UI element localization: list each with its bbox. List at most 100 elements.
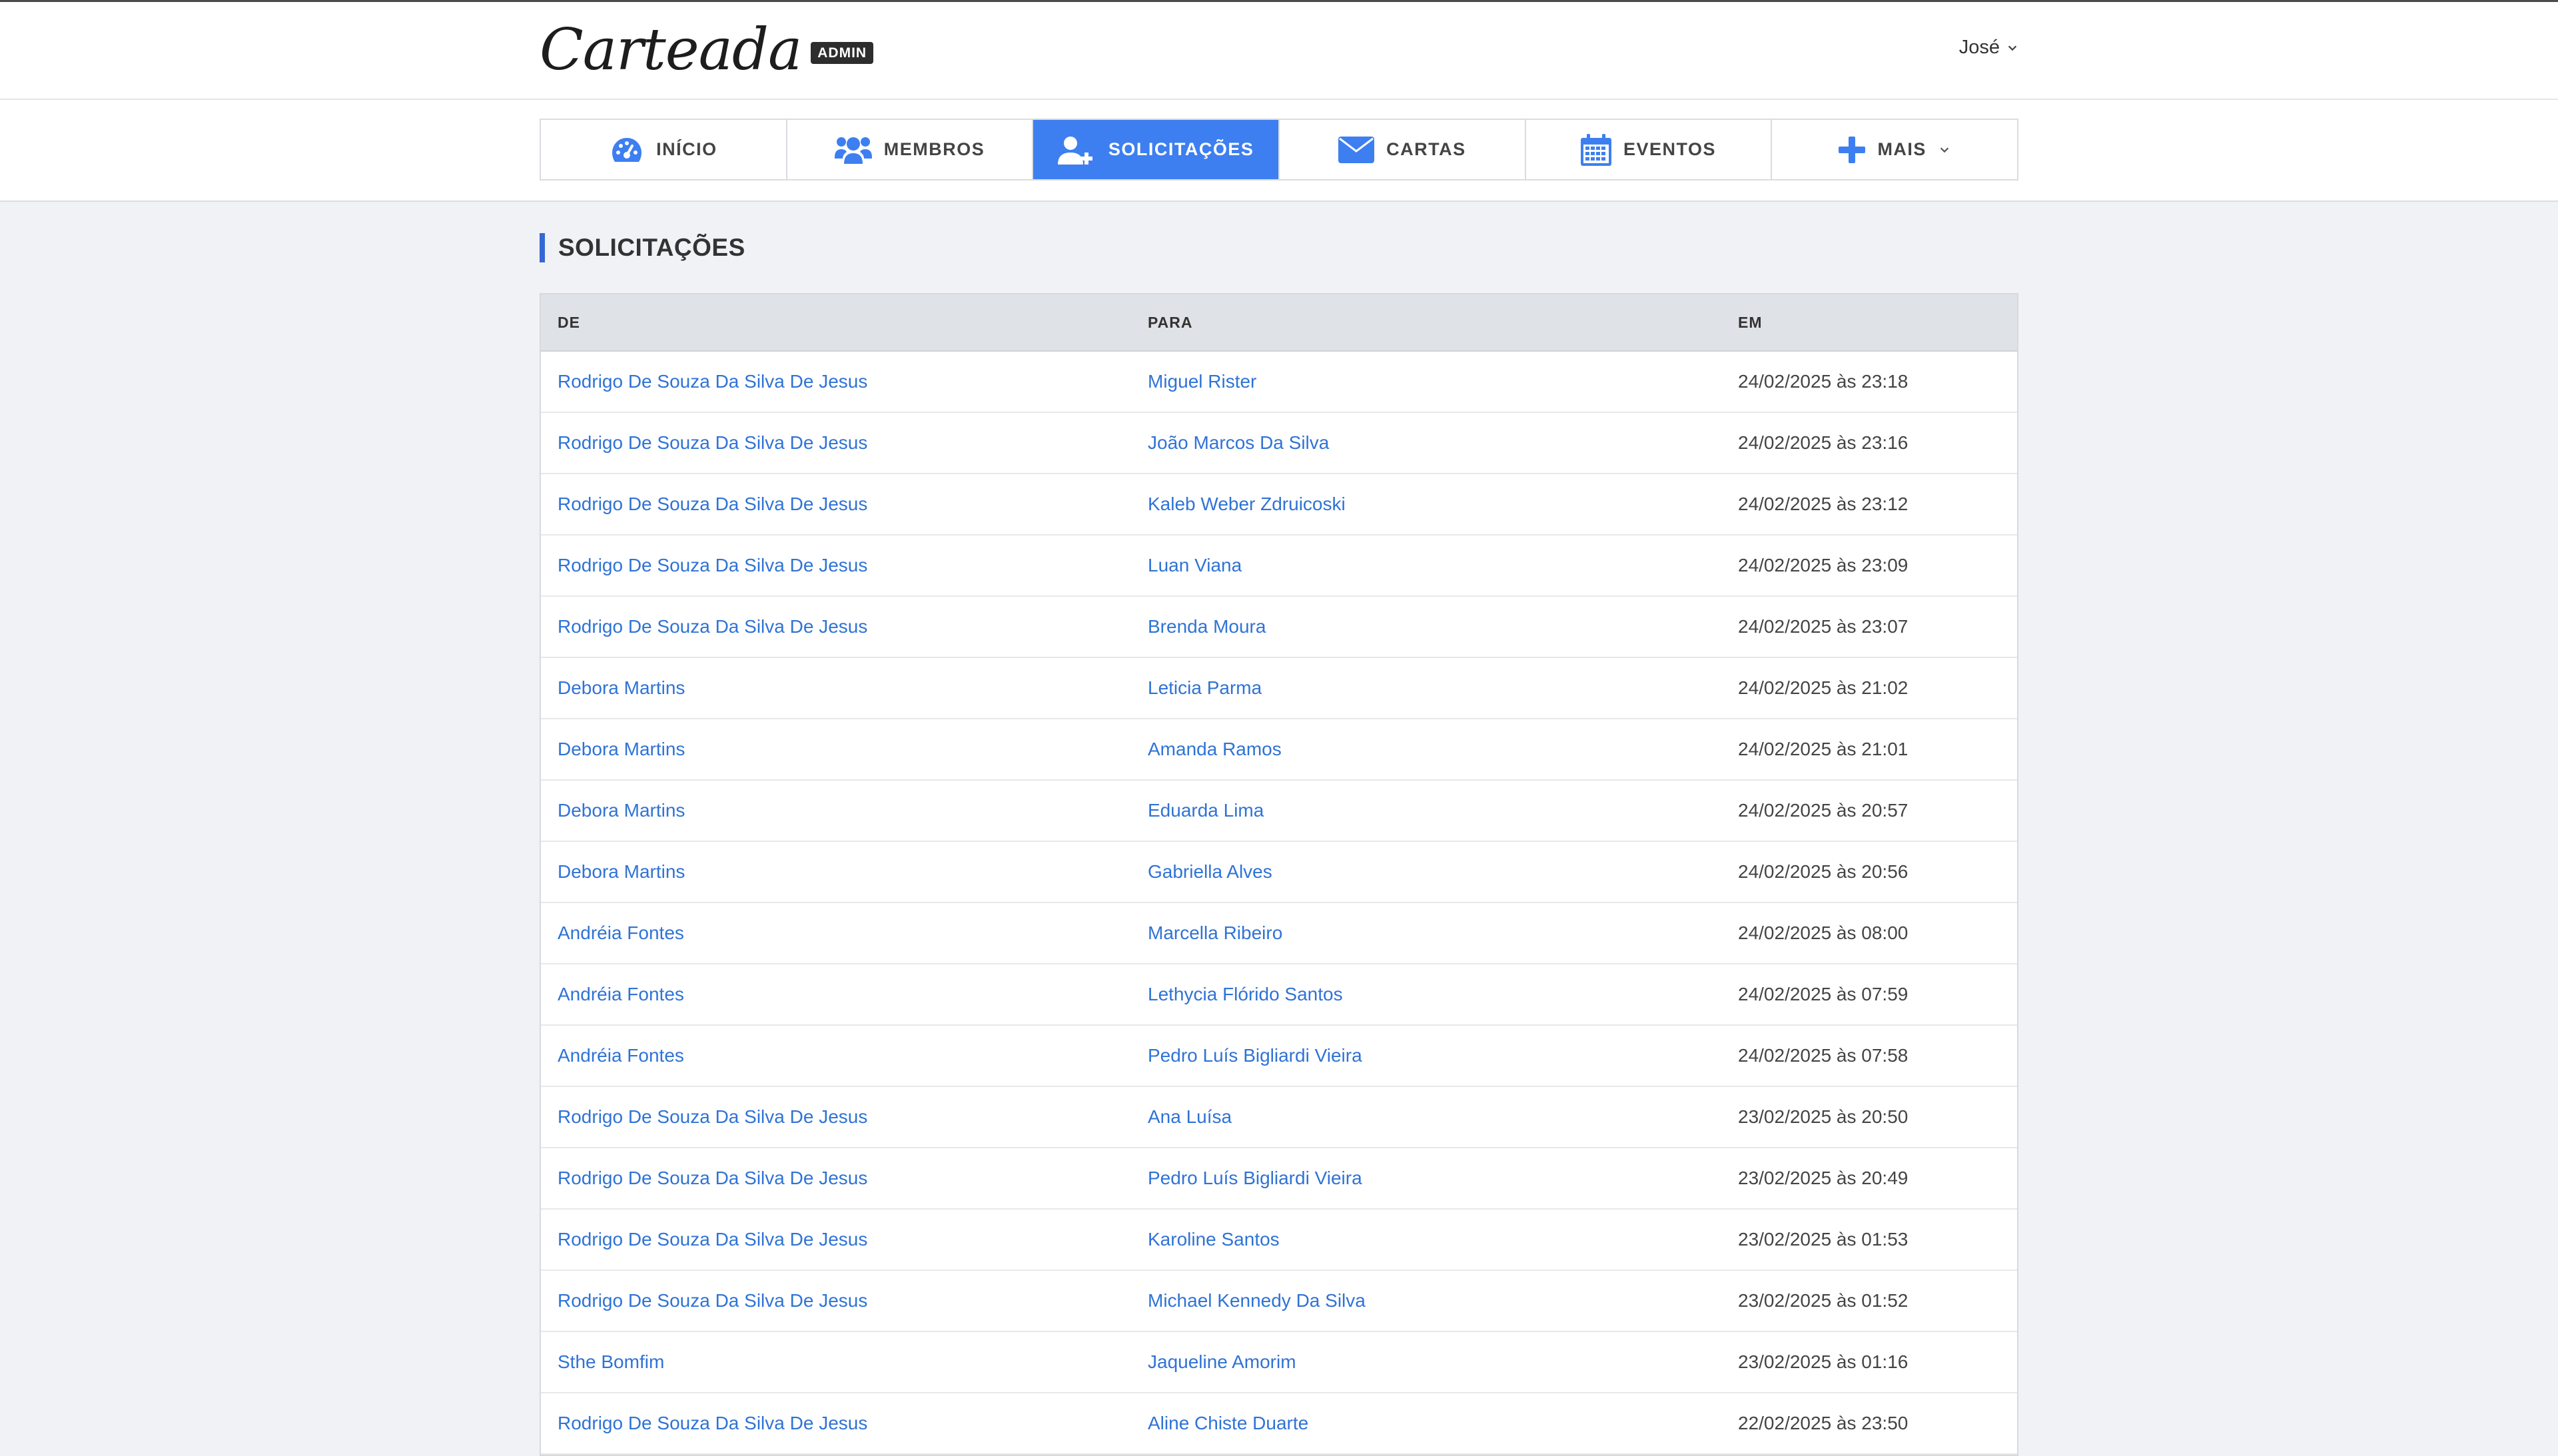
table-cell: Rodrigo De Souza Da Silva De Jesus <box>541 555 1131 576</box>
sender-link[interactable]: Debora Martins <box>558 800 685 821</box>
recipient-link[interactable]: Ana Luísa <box>1148 1106 1232 1127</box>
tab-eventos[interactable]: EVENTOS <box>1525 120 1773 179</box>
nav-tabs: INÍCIO MEMBROS SOLICITAÇÕES CARTAS EVENT… <box>540 119 2018 181</box>
recipient-link[interactable]: Kaleb Weber Zdruicoski <box>1148 494 1346 514</box>
recipient-link[interactable]: Michael Kennedy Da Silva <box>1148 1290 1366 1311</box>
sender-link[interactable]: Rodrigo De Souza Da Silva De Jesus <box>558 1290 867 1311</box>
sender-link[interactable]: Rodrigo De Souza Da Silva De Jesus <box>558 555 867 575</box>
sender-link[interactable]: Rodrigo De Souza Da Silva De Jesus <box>558 1229 867 1250</box>
sender-link[interactable]: Andréia Fontes <box>558 922 684 943</box>
table-cell: Karoline Santos <box>1131 1229 1721 1250</box>
table-row: Debora Martins Amanda Ramos 24/02/2025 às … <box>541 719 2017 781</box>
table-cell: Pedro Luís Bigliardi Vieira <box>1131 1045 1721 1066</box>
table-cell: Rodrigo De Souza Da Silva De Jesus <box>541 616 1131 637</box>
recipient-link[interactable]: Marcella Ribeiro <box>1148 922 1282 943</box>
sender-link[interactable]: Debora Martins <box>558 677 685 698</box>
request-date: 24/02/2025 às 20:56 <box>1738 861 1909 882</box>
logo[interactable]: Carteada <box>540 17 802 83</box>
table-cell: Andréia Fontes <box>541 922 1131 944</box>
table-cell: Andréia Fontes <box>541 1045 1131 1066</box>
column-header-de: DE <box>558 313 580 331</box>
table-cell: Aline Chiste Duarte <box>1131 1413 1721 1434</box>
requests-table: DE PARA EM Rodrigo De Souza Da Silva De … <box>540 293 2018 1456</box>
sender-link[interactable]: Andréia Fontes <box>558 984 684 1004</box>
request-date: 24/02/2025 às 08:00 <box>1738 922 1909 943</box>
table-cell: Michael Kennedy Da Silva <box>1131 1290 1721 1311</box>
table-row: Rodrigo De Souza Da Silva De Jesus Brenda… <box>541 597 2017 658</box>
request-date: 24/02/2025 às 23:09 <box>1738 555 1909 575</box>
sender-link[interactable]: Sthe Bomfim <box>558 1351 664 1372</box>
table-row: Rodrigo De Souza Da Silva De Jesus João M… <box>541 413 2017 474</box>
chevron-down-icon <box>1940 147 1949 153</box>
brand[interactable]: Carteada ADMIN <box>540 17 874 83</box>
table-cell: Rodrigo De Souza Da Silva De Jesus <box>541 1290 1131 1311</box>
request-date: 24/02/2025 às 07:58 <box>1738 1045 1909 1066</box>
recipient-link[interactable]: Lethycia Flórido Santos <box>1148 984 1343 1004</box>
chevron-down-icon <box>2008 45 2017 51</box>
sender-link[interactable]: Rodrigo De Souza Da Silva De Jesus <box>558 1168 867 1188</box>
user-name: José <box>1958 37 2000 58</box>
sender-link[interactable]: Debora Martins <box>558 861 685 882</box>
table-cell: Rodrigo De Souza Da Silva De Jesus <box>541 1413 1131 1434</box>
table-row: Debora Martins Eduarda Lima 24/02/2025 às … <box>541 781 2017 842</box>
plus-icon <box>1839 136 1866 163</box>
request-date: 22/02/2025 às 23:50 <box>1738 1413 1909 1433</box>
table-row: Andréia Fontes Pedro Luís Bigliardi Vieir… <box>541 1026 2017 1087</box>
tab-cartas[interactable]: CARTAS <box>1280 120 1526 179</box>
top-bar: Carteada ADMIN José <box>0 0 2558 100</box>
sender-link[interactable]: Rodrigo De Souza Da Silva De Jesus <box>558 371 867 392</box>
recipient-link[interactable]: Miguel Rister <box>1148 371 1256 392</box>
sender-link[interactable]: Debora Martins <box>558 739 685 759</box>
table-cell: Rodrigo De Souza Da Silva De Jesus <box>541 1106 1131 1128</box>
recipient-link[interactable]: Pedro Luís Bigliardi Vieira <box>1148 1045 1362 1066</box>
table-cell: Luan Viana <box>1131 555 1721 576</box>
table-cell: Jaqueline Amorim <box>1131 1351 1721 1373</box>
sender-link[interactable]: Rodrigo De Souza Da Silva De Jesus <box>558 494 867 514</box>
tab-label: MEMBROS <box>883 139 985 159</box>
sender-link[interactable]: Rodrigo De Souza Da Silva De Jesus <box>558 432 867 453</box>
column-header-em: EM <box>1738 313 1763 331</box>
user-plus-icon <box>1057 136 1092 165</box>
request-date: 24/02/2025 às 20:57 <box>1738 800 1909 821</box>
table-row: Debora Martins Gabriella Alves 24/02/2025 … <box>541 842 2017 903</box>
user-menu[interactable]: José <box>1959 37 2018 59</box>
recipient-link[interactable]: Karoline Santos <box>1148 1229 1280 1250</box>
recipient-link[interactable]: Leticia Parma <box>1148 677 1262 698</box>
recipient-link[interactable]: Amanda Ramos <box>1148 739 1282 759</box>
request-date: 24/02/2025 às 23:12 <box>1738 494 1909 514</box>
table-cell: Rodrigo De Souza Da Silva De Jesus <box>541 1168 1131 1189</box>
tab-inicio[interactable]: INÍCIO <box>541 120 787 179</box>
recipient-link[interactable]: Gabriella Alves <box>1148 861 1272 882</box>
recipient-link[interactable]: João Marcos Da Silva <box>1148 432 1329 453</box>
table-cell: Rodrigo De Souza Da Silva De Jesus <box>541 1229 1131 1250</box>
sender-link[interactable]: Rodrigo De Souza Da Silva De Jesus <box>558 1106 867 1127</box>
table-cell: Rodrigo De Souza Da Silva De Jesus <box>541 494 1131 515</box>
tab-membros[interactable]: MEMBROS <box>787 120 1034 179</box>
recipient-link[interactable]: Jaqueline Amorim <box>1148 1351 1296 1372</box>
table-row: Rodrigo De Souza Da Silva De Jesus Ana Lu… <box>541 1087 2017 1148</box>
admin-badge: ADMIN <box>811 41 874 64</box>
sender-link[interactable]: Rodrigo De Souza Da Silva De Jesus <box>558 616 867 637</box>
request-date: 23/02/2025 às 01:16 <box>1738 1351 1909 1372</box>
tab-solicitacoes[interactable]: SOLICITAÇÕES <box>1033 120 1280 179</box>
tab-mais[interactable]: MAIS <box>1772 120 2018 179</box>
recipient-link[interactable]: Luan Viana <box>1148 555 1242 575</box>
table-cell: Debora Martins <box>541 861 1131 883</box>
table-cell: Debora Martins <box>541 739 1131 760</box>
table-cell: Rodrigo De Souza Da Silva De Jesus <box>541 371 1131 392</box>
table-row: Rodrigo De Souza Da Silva De Jesus Michae… <box>541 1271 2017 1332</box>
table-cell: Leticia Parma <box>1131 677 1721 699</box>
request-date: 23/02/2025 às 01:52 <box>1738 1290 1909 1311</box>
calendar-icon <box>1581 133 1611 166</box>
table-header: DE PARA EM <box>541 294 2017 352</box>
recipient-link[interactable]: Pedro Luís Bigliardi Vieira <box>1148 1168 1362 1188</box>
tab-label: EVENTOS <box>1623 139 1717 159</box>
recipient-link[interactable]: Aline Chiste Duarte <box>1148 1413 1308 1433</box>
recipient-link[interactable]: Brenda Moura <box>1148 616 1266 637</box>
request-date: 24/02/2025 às 23:18 <box>1738 371 1909 392</box>
table-row: Andréia Fontes Lethycia Flórido Santos 24/… <box>541 964 2017 1026</box>
recipient-link[interactable]: Eduarda Lima <box>1148 800 1264 821</box>
sender-link[interactable]: Andréia Fontes <box>558 1045 684 1066</box>
table-cell: Debora Martins <box>541 677 1131 699</box>
sender-link[interactable]: Rodrigo De Souza Da Silva De Jesus <box>558 1413 867 1433</box>
